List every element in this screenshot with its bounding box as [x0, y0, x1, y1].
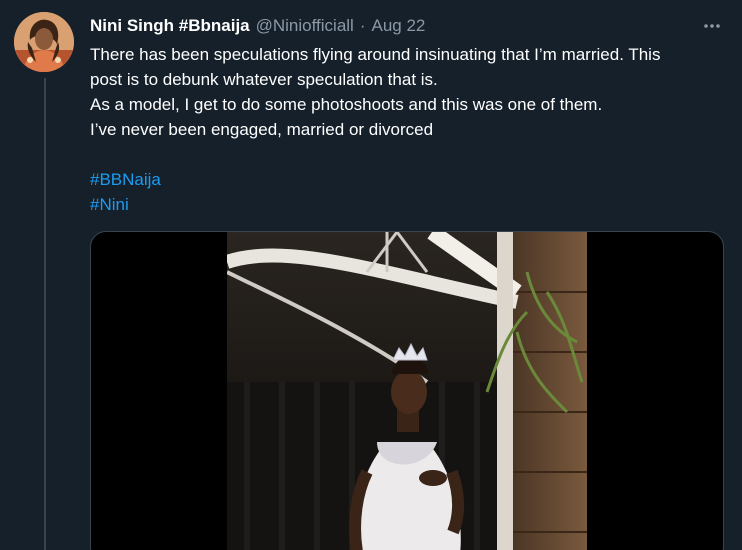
more-options-button[interactable] [698, 12, 726, 40]
video-frame [227, 232, 587, 550]
more-horizontal-icon [704, 24, 720, 28]
tweet[interactable]: Nini Singh #Bbnaija @Niniofficiall · Aug… [0, 0, 742, 550]
tweet-text-line: As a model, I get to do some photoshoots… [90, 95, 603, 114]
thread-line [44, 78, 46, 550]
separator-dot: · [359, 16, 366, 35]
tweet-text-line: post is to debunk whatever speculation t… [90, 70, 438, 89]
hashtag-link[interactable]: #BBNaija [90, 167, 730, 192]
video-still-image [227, 232, 587, 550]
tweet-text-line: There has been speculations flying aroun… [90, 45, 661, 64]
tweet-header: Nini Singh #Bbnaija @Niniofficiall · Aug… [90, 14, 682, 38]
hashtag-link[interactable]: #Nini [90, 192, 730, 217]
author-handle[interactable]: @Niniofficiall [256, 16, 354, 36]
author-display-name[interactable]: Nini Singh #Bbnaija [90, 16, 250, 36]
tweet-text: There has been speculations flying aroun… [90, 42, 730, 217]
avatar-image [14, 12, 74, 72]
tweet-text-line: I’ve never been engaged, married or divo… [90, 120, 434, 139]
video-player[interactable] [90, 231, 724, 550]
avatar[interactable] [14, 12, 74, 72]
tweet-date[interactable]: Aug 22 [372, 16, 426, 36]
